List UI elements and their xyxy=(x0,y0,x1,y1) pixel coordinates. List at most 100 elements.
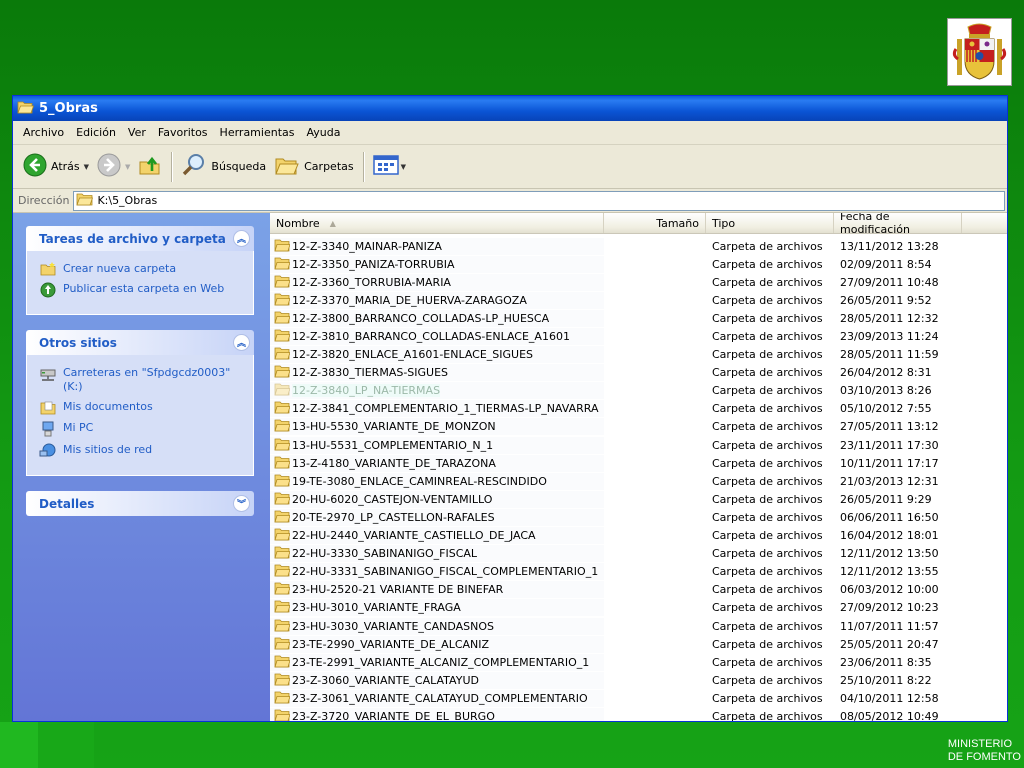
file-name-cell[interactable]: 19-TE-3080_ENLACE_CAMINREAL-RESCINDIDO xyxy=(270,472,604,490)
file-row[interactable]: 12-Z-3810_BARRANCO_COLLADAS-ENLACE_A1601… xyxy=(270,327,1007,346)
file-name-cell[interactable]: 22-HU-2440_VARIANTE_CASTIELLO_DE_JACA xyxy=(270,527,604,545)
details-panel-header[interactable]: Detalles ︾ xyxy=(26,491,254,516)
folder-icon xyxy=(274,400,291,417)
file-row[interactable]: 12-Z-3841_COMPLEMENTARIO_1_TIERMAS-LP_NA… xyxy=(270,400,1007,418)
file-name-cell[interactable]: 23-Z-3061_VARIANTE_CALATAYUD_COMPLEMENTA… xyxy=(270,689,604,707)
place-network-drive[interactable]: Carreteras en "Sfpdgcdz0003" (K:) xyxy=(39,366,245,394)
file-name-cell[interactable]: 12-Z-3800_BARRANCO_COLLADAS-LP_HUESCA xyxy=(270,309,604,327)
views-dropdown-icon[interactable]: ▼ xyxy=(401,163,406,171)
views-button[interactable]: ▼ xyxy=(369,151,410,183)
back-dropdown-icon[interactable]: ▼ xyxy=(84,163,89,171)
file-row[interactable]: 22-HU-3331_SABINANIGO_FISCAL_COMPLEMENTA… xyxy=(270,563,1007,581)
column-date[interactable]: Fecha de modificación xyxy=(834,213,962,236)
file-name-cell[interactable]: 23-TE-2990_VARIANTE_DE_ALCANIZ xyxy=(270,635,604,653)
file-row[interactable]: 23-TE-2990_VARIANTE_DE_ALCANIZ Carpeta de… xyxy=(270,635,1007,653)
file-row[interactable]: 23-TE-2991_VARIANTE_ALCANIZ_COMPLEMENTAR… xyxy=(270,653,1007,671)
menu-ayuda[interactable]: Ayuda xyxy=(300,126,346,139)
file-name: 23-Z-3720_VARIANTE_DE_EL_BURGO xyxy=(292,709,495,721)
up-folder-button[interactable] xyxy=(134,151,166,183)
file-row[interactable]: 23-HU-3010_VARIANTE_FRAGA Carpeta de arch… xyxy=(270,599,1007,617)
forward-button[interactable]: ▼ xyxy=(93,151,134,183)
file-name-cell[interactable]: 20-HU-6020_CASTEJON-VENTAMILLO xyxy=(270,490,604,508)
file-row[interactable]: 22-HU-3330_SABINANIGO_FISCAL Carpeta de a… xyxy=(270,545,1007,563)
file-name-cell[interactable]: 12-Z-3840_LP_NA-TIERMAS xyxy=(270,382,604,400)
other-places-header[interactable]: Otros sitios ︽ xyxy=(26,330,254,355)
file-name-cell[interactable]: 13-Z-4180_VARIANTE_DE_TARAZONA xyxy=(270,454,604,472)
folders-button[interactable]: Carpetas xyxy=(270,151,357,183)
file-name-cell[interactable]: 12-Z-3820_ENLACE_A1601-ENLACE_SIGUES xyxy=(270,346,604,364)
file-row[interactable]: 12-Z-3370_MARIA_DE_HUERVA-ZARAGOZA Carpet… xyxy=(270,291,1007,309)
file-name-cell[interactable]: 12-Z-3810_BARRANCO_COLLADAS-ENLACE_A1601 xyxy=(270,328,604,346)
file-name-cell[interactable]: 13-HU-5530_VARIANTE_DE_MONZON xyxy=(270,418,604,436)
column-size[interactable]: Tamaño xyxy=(604,213,706,233)
file-type: Carpeta de archivos xyxy=(712,293,823,307)
file-row[interactable]: 12-Z-3800_BARRANCO_COLLADAS-LP_HUESCA Car… xyxy=(270,309,1007,327)
file-name-cell[interactable]: 12-Z-3370_MARIA_DE_HUERVA-ZARAGOZA xyxy=(270,291,604,309)
file-name-cell[interactable]: 12-Z-3830_TIERMAS-SIGUES xyxy=(270,364,604,382)
place-my-pc-label: Mi PC xyxy=(63,421,94,434)
place-my-pc[interactable]: Mi PC xyxy=(39,421,245,437)
file-row[interactable]: 23-Z-3720_VARIANTE_DE_EL_BURGO Carpeta de… xyxy=(270,707,1007,721)
file-name-cell[interactable]: 23-HU-3010_VARIANTE_FRAGA xyxy=(270,599,604,617)
folder-icon xyxy=(274,418,291,435)
chevron-down-icon[interactable]: ︾ xyxy=(233,495,250,512)
column-name[interactable]: Nombre ▲ xyxy=(270,213,604,233)
file-name-cell[interactable]: 22-HU-3331_SABINANIGO_FISCAL_COMPLEMENTA… xyxy=(270,563,604,581)
chevron-up-icon[interactable]: ︽ xyxy=(233,230,250,247)
file-row[interactable]: 19-TE-3080_ENLACE_CAMINREAL-RESCINDIDO Ca… xyxy=(270,472,1007,490)
tasks-panel-title: Tareas de archivo y carpeta xyxy=(39,231,226,246)
task-pane: Tareas de archivo y carpeta ︽ Crear nuev… xyxy=(13,213,270,721)
task-publish-web[interactable]: Publicar esta carpeta en Web xyxy=(39,282,245,298)
search-button[interactable]: Búsqueda xyxy=(177,151,270,183)
file-name-cell[interactable]: 23-HU-3030_VARIANTE_CANDASNOS xyxy=(270,617,604,635)
file-row[interactable]: 20-HU-6020_CASTEJON-VENTAMILLO Carpeta de… xyxy=(270,490,1007,508)
forward-dropdown-icon[interactable]: ▼ xyxy=(125,163,130,171)
menu-edicion[interactable]: Edición xyxy=(70,126,122,139)
file-row[interactable]: 22-HU-2440_VARIANTE_CASTIELLO_DE_JACA Car… xyxy=(270,527,1007,545)
title-bar[interactable]: 5_Obras xyxy=(13,96,1007,121)
file-row[interactable]: 13-HU-5531_COMPLEMENTARIO_N_1 Carpeta de … xyxy=(270,436,1007,454)
place-network-places[interactable]: Mis sitios de red xyxy=(39,443,245,459)
file-row[interactable]: 13-HU-5530_VARIANTE_DE_MONZON Carpeta de … xyxy=(270,418,1007,436)
menu-archivo[interactable]: Archivo xyxy=(17,126,70,139)
folder-icon xyxy=(274,672,291,689)
column-header: Nombre ▲ Tamaño Tipo Fecha de modificaci… xyxy=(270,213,1007,236)
chevron-up-icon[interactable]: ︽ xyxy=(233,334,250,351)
menu-favoritos[interactable]: Favoritos xyxy=(152,126,214,139)
file-name-cell[interactable]: 22-HU-3330_SABINANIGO_FISCAL xyxy=(270,545,604,563)
file-name-cell[interactable]: 12-Z-3841_COMPLEMENTARIO_1_TIERMAS-LP_NA… xyxy=(270,400,604,418)
file-name-cell[interactable]: 23-HU-2520-21 VARIANTE DE BINEFAR xyxy=(270,581,604,599)
file-type: Carpeta de archivos xyxy=(712,547,823,561)
file-date: 04/10/2011 12:58 xyxy=(840,691,939,705)
file-row[interactable]: 20-TE-2970_LP_CASTELLON-RAFALES Carpeta d… xyxy=(270,508,1007,526)
file-name-cell[interactable]: 12-Z-3350_PANIZA-TORRUBIA xyxy=(270,255,604,273)
column-type[interactable]: Tipo xyxy=(706,213,834,233)
file-row[interactable]: 12-Z-3830_TIERMAS-SIGUES Carpeta de archi… xyxy=(270,364,1007,382)
file-row[interactable]: 23-Z-3061_VARIANTE_CALATAYUD_COMPLEMENTA… xyxy=(270,689,1007,707)
file-name-cell[interactable]: 20-TE-2970_LP_CASTELLON-RAFALES xyxy=(270,508,604,526)
file-name-cell[interactable]: 23-Z-3720_VARIANTE_DE_EL_BURGO xyxy=(270,707,604,721)
file-name-cell[interactable]: 12-Z-3360_TORRUBIA-MARIA xyxy=(270,273,604,291)
task-new-folder[interactable]: Crear nueva carpeta xyxy=(39,262,245,276)
place-my-documents[interactable]: Mis documentos xyxy=(39,400,245,415)
file-name-cell[interactable]: 12-Z-3340_MAINAR-PANIZA xyxy=(270,237,604,255)
address-input[interactable]: K:\5_Obras xyxy=(73,190,1005,211)
menu-ver[interactable]: Ver xyxy=(122,126,152,139)
file-type: Carpeta de archivos xyxy=(712,438,823,452)
file-row[interactable]: 12-Z-3820_ENLACE_A1601-ENLACE_SIGUES Carp… xyxy=(270,346,1007,364)
file-row[interactable]: 23-HU-2520-21 VARIANTE DE BINEFAR Carpeta… xyxy=(270,581,1007,599)
file-row[interactable]: 12-Z-3840_LP_NA-TIERMAS Carpeta de archiv… xyxy=(270,382,1007,400)
back-button[interactable]: Atrás ▼ xyxy=(19,151,93,183)
tasks-panel-header[interactable]: Tareas de archivo y carpeta ︽ xyxy=(26,226,254,251)
file-date: 10/11/2011 17:17 xyxy=(840,456,939,470)
file-name-cell[interactable]: 13-HU-5531_COMPLEMENTARIO_N_1 xyxy=(270,436,604,454)
menu-herramientas[interactable]: Herramientas xyxy=(214,126,301,139)
file-row[interactable]: 13-Z-4180_VARIANTE_DE_TARAZONA Carpeta de… xyxy=(270,454,1007,472)
file-name-cell[interactable]: 23-TE-2991_VARIANTE_ALCANIZ_COMPLEMENTAR… xyxy=(270,653,604,671)
file-row[interactable]: 12-Z-3360_TORRUBIA-MARIA Carpeta de archi… xyxy=(270,273,1007,291)
file-name-cell[interactable]: 23-Z-3060_VARIANTE_CALATAYUD xyxy=(270,671,604,689)
file-row[interactable]: 12-Z-3350_PANIZA-TORRUBIA Carpeta de arch… xyxy=(270,255,1007,273)
file-row[interactable]: 23-Z-3060_VARIANTE_CALATAYUD Carpeta de a… xyxy=(270,671,1007,689)
file-row[interactable]: 12-Z-3340_MAINAR-PANIZA Carpeta de archiv… xyxy=(270,237,1007,255)
file-row[interactable]: 23-HU-3030_VARIANTE_CANDASNOS Carpeta de … xyxy=(270,617,1007,635)
